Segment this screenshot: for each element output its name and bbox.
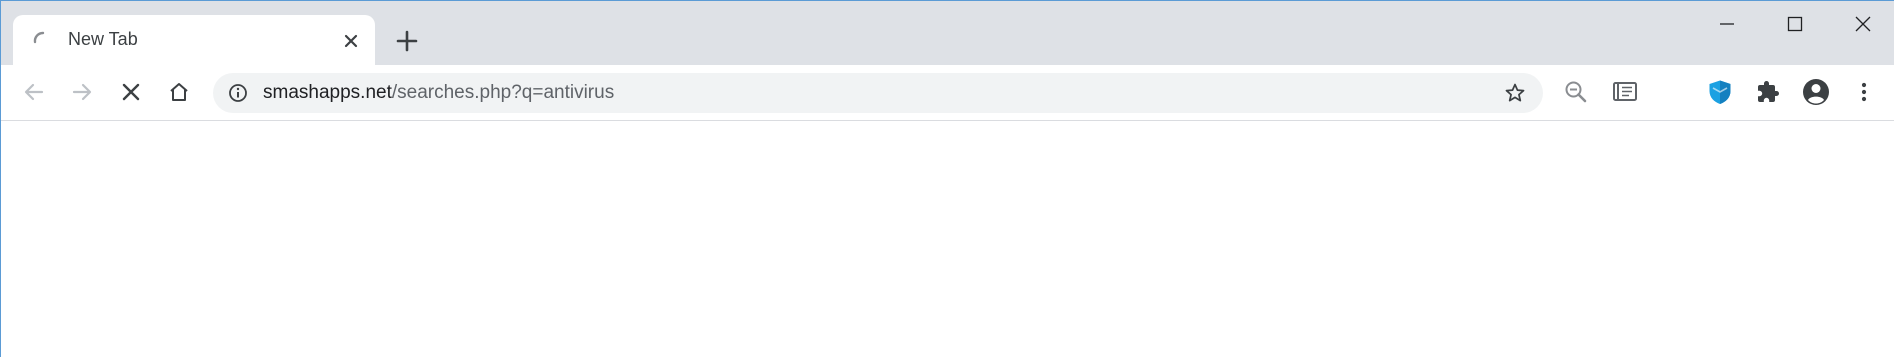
- zoom-out-icon: [1565, 81, 1587, 103]
- forward-button[interactable]: [65, 75, 99, 109]
- loading-spinner-icon: [31, 28, 53, 50]
- zoom-button[interactable]: [1559, 75, 1593, 109]
- back-arrow-icon: [24, 83, 44, 101]
- window-close-button[interactable]: [1829, 1, 1894, 47]
- url-text[interactable]: smashapps.net/searches.php?q=antivirus: [263, 82, 614, 104]
- page-content: [1, 121, 1894, 358]
- new-tab-button[interactable]: [391, 25, 423, 57]
- menu-button[interactable]: [1847, 75, 1881, 109]
- stop-icon: [122, 83, 140, 101]
- shield-icon: [1709, 80, 1731, 104]
- home-icon: [170, 83, 188, 101]
- minimize-button[interactable]: [1693, 1, 1761, 47]
- url-domain: smashapps.net: [263, 82, 392, 103]
- extensions-button[interactable]: [1751, 75, 1785, 109]
- stop-button[interactable]: [114, 75, 148, 109]
- extension-shield-button[interactable]: [1703, 75, 1737, 109]
- reader-icon: [1613, 82, 1637, 101]
- close-icon: [1855, 16, 1871, 32]
- forward-arrow-icon: [72, 83, 92, 101]
- minimize-icon: [1720, 23, 1734, 25]
- star-icon[interactable]: [1503, 81, 1527, 105]
- reader-mode-button[interactable]: [1608, 75, 1642, 109]
- tab-strip: New Tab: [1, 1, 1894, 65]
- puzzle-icon: [1758, 81, 1779, 102]
- url-path: /searches.php?q=antivirus: [391, 82, 615, 103]
- back-button[interactable]: [17, 75, 51, 109]
- close-icon[interactable]: [339, 29, 363, 53]
- maximize-icon: [1787, 16, 1803, 32]
- browser-window: New Tab smashapps.net/searches.php?q=ant…: [0, 0, 1894, 358]
- address-bar[interactable]: smashapps.net/searches.php?q=antivirus: [213, 73, 1543, 113]
- plus-icon: [396, 30, 418, 52]
- info-icon[interactable]: [227, 82, 249, 104]
- tab-new-tab[interactable]: New Tab: [13, 15, 375, 65]
- account-icon: [1803, 79, 1829, 105]
- menu-dots-icon: [1861, 82, 1867, 102]
- tab-title: New Tab: [68, 29, 138, 49]
- home-button[interactable]: [162, 75, 196, 109]
- profile-button[interactable]: [1799, 75, 1833, 109]
- maximize-button[interactable]: [1761, 1, 1829, 47]
- toolbar: smashapps.net/searches.php?q=antivirus: [1, 65, 1894, 121]
